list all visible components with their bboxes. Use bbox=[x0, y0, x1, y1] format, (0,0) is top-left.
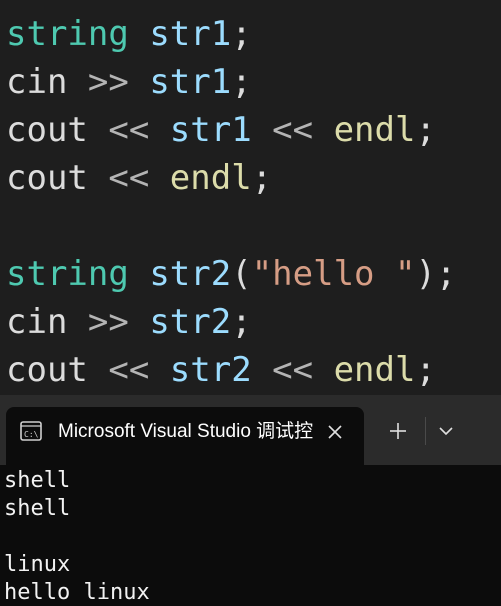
type-token: string bbox=[6, 14, 129, 54]
punctuation-token: ; bbox=[231, 62, 252, 102]
punctuation-token: ; bbox=[415, 110, 436, 150]
variable-token: str2 bbox=[169, 350, 252, 390]
variable-token: str1 bbox=[149, 62, 232, 102]
punctuation-token: ; bbox=[231, 302, 252, 342]
function-token: endl bbox=[169, 158, 252, 198]
type-token: string bbox=[6, 254, 129, 294]
svg-text:C:\: C:\ bbox=[24, 430, 39, 439]
operator-token: << bbox=[87, 350, 170, 390]
variable-token: str2 bbox=[149, 254, 232, 294]
code-line-6: string str2("hello "); bbox=[6, 250, 456, 298]
identifier-token: cout bbox=[6, 158, 88, 198]
terminal-window: C:\ Microsoft Visual Studio 调试控 shell sh… bbox=[0, 395, 501, 606]
close-icon[interactable] bbox=[322, 419, 348, 445]
punctuation-token: ; bbox=[231, 14, 252, 54]
function-token: endl bbox=[333, 350, 416, 390]
string-literal-token: "hello " bbox=[251, 254, 416, 294]
punctuation-token: ); bbox=[415, 254, 457, 294]
code-line-7: cin >> str2; bbox=[6, 298, 252, 346]
variable-token: str1 bbox=[149, 14, 232, 54]
tab-title: Microsoft Visual Studio 调试控 bbox=[58, 421, 314, 442]
operator-token: << bbox=[251, 350, 334, 390]
variable-token: str2 bbox=[149, 302, 232, 342]
tab-bar-divider bbox=[425, 417, 426, 445]
code-line-8: cout << str2 << endl; bbox=[6, 346, 436, 394]
code-editor[interactable]: string str1; cin >> str1; cout << str1 <… bbox=[0, 0, 501, 395]
punctuation-token: ; bbox=[415, 350, 436, 390]
tab-dropdown-button[interactable] bbox=[428, 413, 464, 449]
output-line: linux bbox=[4, 552, 71, 577]
operator-token: >> bbox=[67, 62, 150, 102]
new-tab-button[interactable] bbox=[380, 413, 416, 449]
terminal-output[interactable]: shell shell linux hello linux bbox=[0, 465, 501, 606]
identifier-token: cout bbox=[6, 110, 88, 150]
terminal-tab-bar: C:\ Microsoft Visual Studio 调试控 bbox=[0, 395, 501, 465]
code-line-2: cin >> str1; bbox=[6, 58, 252, 106]
operator-token: << bbox=[251, 110, 334, 150]
punctuation-token: ; bbox=[251, 158, 273, 198]
screenshot-root: string str1; cin >> str1; cout << str1 <… bbox=[0, 0, 501, 606]
chevron-down-icon bbox=[439, 427, 453, 436]
operator-token: >> bbox=[67, 302, 150, 342]
identifier-token: cin bbox=[6, 62, 68, 102]
variable-token: str1 bbox=[169, 110, 252, 150]
operator-token: << bbox=[87, 110, 170, 150]
terminal-tab[interactable]: C:\ Microsoft Visual Studio 调试控 bbox=[6, 407, 364, 465]
operator-token: << bbox=[87, 158, 170, 198]
identifier-token: cout bbox=[6, 350, 88, 390]
identifier-token: cin bbox=[6, 302, 68, 342]
function-token: endl bbox=[333, 110, 416, 150]
output-line: shell bbox=[4, 496, 71, 521]
code-line-1: string str1; bbox=[6, 10, 252, 58]
punctuation-token: ( bbox=[231, 254, 252, 294]
code-line-3: cout << str1 << endl; bbox=[6, 106, 436, 154]
code-line-4: cout << endl; bbox=[6, 154, 272, 202]
plus-icon bbox=[390, 423, 406, 439]
output-line: hello linux bbox=[4, 580, 150, 605]
console-icon: C:\ bbox=[20, 421, 42, 441]
output-line: shell bbox=[4, 468, 71, 493]
